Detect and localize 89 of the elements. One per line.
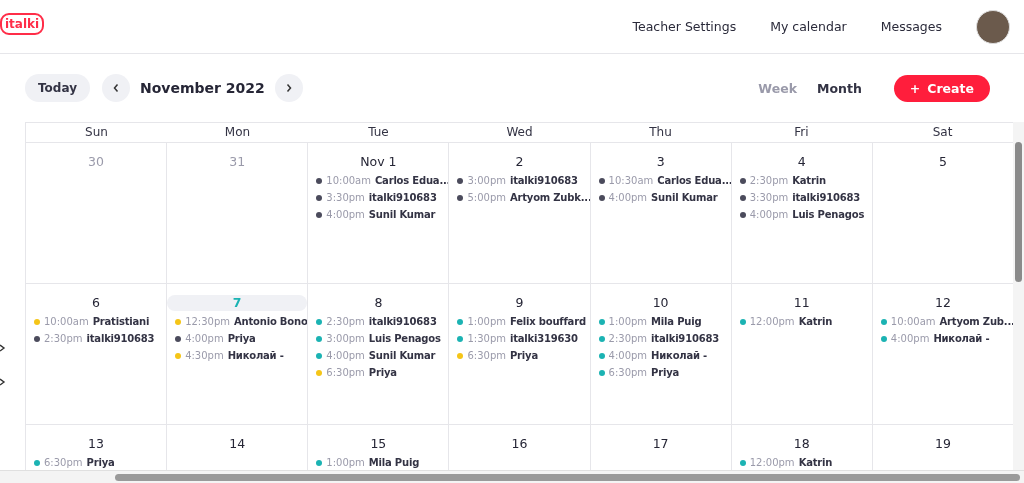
event-student[interactable]: italki910683 [509,175,578,186]
day-cell[interactable]: Nov 1 10:00am Carlos Edua... 3:30pm italki910683 4:00pm Sunil Kumar [307,143,449,283]
weekday-label: Thu [648,124,673,141]
day-number: 13 [87,436,105,452]
event-student[interactable]: Priya [651,367,680,378]
day-number: 5 [937,154,948,170]
event-student[interactable]: Carlos Edua... [657,175,731,186]
event-student[interactable]: Antonio Bono [234,316,308,327]
event-student[interactable]: Priya [227,333,256,344]
day-number: 11 [792,295,811,311]
event-student[interactable]: italki910683 [368,192,437,203]
day-number: Nov 1 [359,154,398,170]
next-month-button[interactable] [274,74,303,102]
day-number: 9 [514,295,525,311]
day-number: 10 [651,295,670,311]
month-title: November 2022 [140,80,265,96]
day-number: 16 [510,436,529,452]
day-number: 14 [228,436,247,452]
event-student[interactable]: Николай - [227,350,284,361]
day-cell[interactable]: 8 2:30pm italki910683 3:00pm Luis Penagos 4:00pm Sunil Kumar 6:30pm Priya [307,284,449,424]
chevron-right-icon[interactable] [0,378,6,386]
event-student[interactable]: Luis Penagos [792,209,865,220]
event-student[interactable]: Carlos Edua... [374,175,449,186]
day-number: 12 [933,295,952,311]
event-student[interactable]: italki910683 [368,316,437,327]
event-student[interactable]: Priya [86,457,115,468]
event-student[interactable]: italki910683 [651,333,719,344]
previous-month-button[interactable] [102,74,130,102]
day-cell[interactable]: 3 10:30am Carlos Edua... 4:00pm Sunil Kumar [589,143,731,283]
weekday-label: Wed [505,124,534,141]
event-student[interactable]: Priya [509,350,538,361]
day-cell[interactable]: 12 10:00am Artyom Zub... 4:00pm Николай - [871,284,1013,424]
day-number: 17 [651,436,670,452]
day-cell[interactable]: 6 10:00am Pratistiani 2:30pm italki910683 [25,284,167,424]
day-cell[interactable]: 7 12:30pm Antonio Bono 4:00pm Priya 4:30pm Николай - [166,284,308,424]
weekday-label: Fri [793,124,810,141]
day-cell[interactable]: 10 1:00pm Mila Puig 2:30pm italki910683 4:00pm Николай - 6:30pm Priya [589,284,731,424]
day-number: 7 [167,295,308,311]
day-cell[interactable]: 4 2:30pm Katrin 3:30pm italki910683 4:00pm Luis Penagos [730,143,872,283]
nav-link[interactable]: Messages [880,19,942,34]
day-number: 4 [796,154,807,170]
event-student[interactable]: Mila Puig [368,457,420,468]
event-student[interactable]: Luis Penagos [368,333,441,344]
event-student[interactable]: Felix bouffard [509,316,586,327]
horizontal-scrollbar[interactable] [0,470,1024,483]
nav-link[interactable]: Teacher Settings [632,19,737,34]
weekday-label: Sun [84,124,109,141]
day-cell[interactable]: 5 [871,143,1013,283]
event-student[interactable]: Pratistiani [92,316,150,327]
event-student[interactable]: italki910683 [86,333,155,344]
logo[interactable]: italki [0,12,45,35]
event-student[interactable]: Priya [368,367,397,378]
avatar[interactable] [976,9,1010,44]
event-student[interactable]: italki319630 [509,333,578,344]
day-number: 19 [933,436,952,452]
chevron-right-icon[interactable] [0,344,6,352]
scrollbar-thumb[interactable] [1015,142,1022,282]
create-button[interactable]: + Create [893,74,990,102]
day-number: 15 [369,436,388,452]
event-student[interactable]: Artyom Zub... [939,316,1013,327]
vertical-scrollbar[interactable] [1013,122,1024,470]
nav-link[interactable]: My calendar [770,19,847,34]
view-tab[interactable]: Month [811,76,868,100]
weekday-label: Tue [367,124,390,141]
event-student[interactable]: Mila Puig [651,316,702,327]
day-number: 6 [91,295,102,311]
event-student[interactable]: Sunil Kumar [368,209,436,220]
event-student[interactable]: Николай - [933,333,990,344]
day-cell[interactable]: 9 1:00pm Felix bouffard 1:30pm italki319630 6:30pm Priya [448,284,590,424]
today-button[interactable]: Today [25,74,90,102]
event-student[interactable]: Sunil Kumar [368,350,436,361]
event-student[interactable]: Николай - [651,350,708,361]
day-number: 8 [373,295,384,311]
day-number: 30 [87,154,105,170]
event-student[interactable]: Katrin [798,457,833,468]
event-student[interactable]: Sunil Kumar [651,192,718,203]
day-cell[interactable]: 11 12:00pm Katrin [730,284,872,424]
day-number: 18 [792,436,811,452]
event-student[interactable]: italki910683 [792,192,861,203]
scrollbar-thumb[interactable] [115,474,1020,481]
event-student[interactable]: Katrin [792,175,826,186]
chevron-icon [112,83,120,93]
weekday-label: Mon [223,124,252,141]
weekday-label: Sat [931,124,954,141]
day-number: 2 [514,154,525,170]
day-number: 3 [655,154,666,170]
event-student[interactable]: Katrin [798,316,833,327]
chevron-icon [284,83,293,93]
day-number: 31 [228,154,247,170]
